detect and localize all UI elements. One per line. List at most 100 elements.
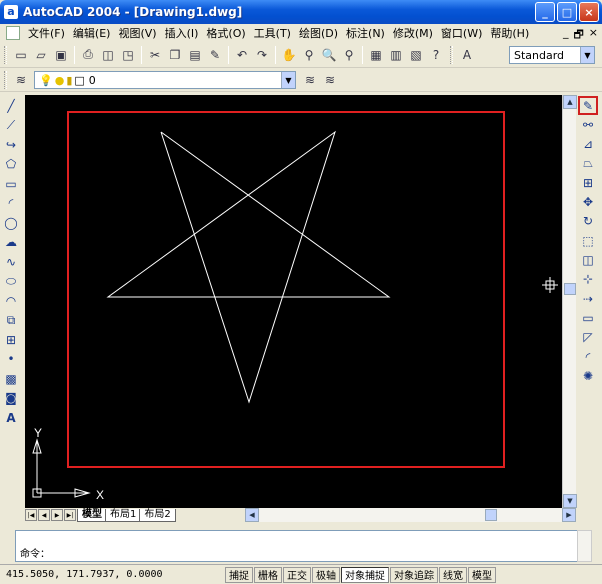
osnap-toggle[interactable]: 对象捕捉 — [341, 566, 389, 583]
scroll-up-icon[interactable]: ▲ — [563, 95, 577, 109]
make-layer-current-icon[interactable]: ≋ — [301, 71, 319, 89]
drawing-area[interactable]: Y X — [25, 95, 562, 508]
point-icon[interactable]: • — [0, 350, 22, 370]
array-icon[interactable]: ⊞ — [578, 173, 598, 192]
snap-toggle[interactable]: 捕捉 — [225, 566, 253, 583]
chevron-down-icon[interactable]: ▼ — [580, 47, 594, 63]
toolbar-grip[interactable] — [4, 45, 7, 64]
fillet-icon[interactable]: ◜ — [578, 347, 598, 366]
horizontal-scrollbar[interactable]: ◀ ▶ — [245, 508, 576, 522]
revision-cloud-icon[interactable]: ☁ — [0, 233, 22, 253]
chamfer-icon[interactable]: ◸ — [578, 328, 598, 347]
zoom-previous-icon[interactable]: ⚲ — [340, 46, 358, 64]
menu-file[interactable]: 文件(F) — [24, 25, 69, 41]
vertical-scrollbar[interactable]: ▲ ▼ — [562, 95, 577, 508]
tab-layout2[interactable]: 布局2 — [139, 508, 176, 522]
menu-help[interactable]: 帮助(H) — [486, 25, 533, 41]
menu-modify[interactable]: 修改(M) — [389, 25, 437, 41]
polyline-icon[interactable]: ↪ — [0, 135, 22, 155]
menu-view[interactable]: 视图(V) — [114, 25, 160, 41]
match-properties-icon[interactable]: ✎ — [206, 46, 224, 64]
make-block-icon[interactable]: ⊞ — [0, 330, 22, 350]
mirror-icon[interactable]: ⊿ — [578, 135, 598, 154]
extend-icon[interactable]: ⇢ — [578, 289, 598, 308]
scroll-right-icon[interactable]: ▶ — [562, 508, 576, 522]
cut-icon[interactable]: ✂ — [146, 46, 164, 64]
minimize-button[interactable]: _ — [535, 2, 555, 22]
menu-format[interactable]: 格式(O) — [202, 25, 249, 41]
explode-icon[interactable]: ✺ — [578, 366, 598, 385]
next-tab-icon[interactable]: ▶ — [51, 509, 63, 521]
polar-toggle[interactable]: 极轴 — [312, 566, 340, 583]
spline-icon[interactable]: ∿ — [0, 252, 22, 272]
trim-icon[interactable]: ⊹ — [578, 270, 598, 289]
offset-icon[interactable]: ⏢ — [578, 154, 598, 173]
copy-icon[interactable]: ❐ — [166, 46, 184, 64]
menu-dimension[interactable]: 标注(N) — [342, 25, 389, 41]
design-center-icon[interactable]: ▥ — [387, 46, 405, 64]
move-icon[interactable]: ✥ — [578, 192, 598, 211]
menu-window[interactable]: 窗口(W) — [437, 25, 486, 41]
properties-icon[interactable]: ▦ — [367, 46, 385, 64]
layer-dropdown[interactable]: 💡 ● ▮ □ 0 ▼ — [34, 71, 296, 89]
undo-icon[interactable]: ↶ — [233, 46, 251, 64]
save-icon[interactable]: ▣ — [52, 46, 70, 64]
text-style-icon[interactable]: A — [458, 46, 476, 64]
layer-manager-icon[interactable]: ≋ — [12, 71, 30, 89]
break-icon[interactable]: ▭ — [578, 308, 598, 327]
menu-tools[interactable]: 工具(T) — [250, 25, 295, 41]
region-icon[interactable]: ◙ — [0, 389, 22, 409]
ellipse-icon[interactable]: ⬭ — [0, 272, 22, 292]
scroll-down-icon[interactable]: ▼ — [563, 494, 577, 508]
grid-toggle[interactable]: 栅格 — [254, 566, 282, 583]
erase-icon[interactable]: ✎ — [578, 96, 598, 116]
print-icon[interactable]: ⎙ — [79, 46, 97, 64]
prev-tab-icon[interactable]: ◀ — [38, 509, 50, 521]
text-style-dropdown[interactable]: Standard ▼ — [509, 46, 595, 64]
new-file-icon[interactable]: ▭ — [12, 46, 30, 64]
polygon-icon[interactable]: ⬠ — [0, 155, 22, 175]
ortho-toggle[interactable]: 正交 — [283, 566, 311, 583]
open-file-icon[interactable]: ▱ — [32, 46, 50, 64]
document-icon[interactable] — [6, 26, 20, 40]
autocad-app-icon[interactable]: a — [4, 5, 18, 19]
coordinate-readout[interactable]: 415.5050, 171.7937, 0.0000 — [0, 569, 225, 580]
zoom-realtime-icon[interactable]: ⚲ — [300, 46, 318, 64]
help-icon[interactable]: ? — [427, 46, 445, 64]
multiline-text-icon[interactable]: A — [0, 408, 22, 428]
chevron-down-icon[interactable]: ▼ — [281, 72, 295, 88]
stretch-icon[interactable]: ◫ — [578, 250, 598, 269]
zoom-window-icon[interactable]: 🔍 — [320, 46, 338, 64]
rectangle-icon[interactable]: ▭ — [0, 174, 22, 194]
layer-previous-icon[interactable]: ≋ — [321, 71, 339, 89]
publish-icon[interactable]: ◳ — [119, 46, 137, 64]
copy-object-icon[interactable]: ⚯ — [578, 115, 598, 134]
insert-block-icon[interactable]: ⧉ — [0, 311, 22, 331]
redo-icon[interactable]: ↷ — [253, 46, 271, 64]
otrack-toggle[interactable]: 对象追踪 — [390, 566, 438, 583]
circle-icon[interactable]: ◯ — [0, 213, 22, 233]
tool-palettes-icon[interactable]: ▧ — [407, 46, 425, 64]
scale-icon[interactable]: ⬚ — [578, 231, 598, 250]
scroll-left-icon[interactable]: ◀ — [245, 508, 259, 522]
vertical-scroll-thumb[interactable] — [564, 283, 576, 295]
model-space-toggle[interactable]: 模型 — [468, 566, 496, 583]
hatch-icon[interactable]: ▩ — [0, 369, 22, 389]
menu-edit[interactable]: 编辑(E) — [69, 25, 115, 41]
rotate-icon[interactable]: ↻ — [578, 212, 598, 231]
maximize-button[interactable]: □ — [557, 2, 577, 22]
ellipse-arc-icon[interactable]: ◠ — [0, 291, 22, 311]
command-scrollbar[interactable] — [577, 530, 592, 562]
tab-layout1[interactable]: 布局1 — [105, 508, 142, 522]
horizontal-scroll-thumb[interactable] — [485, 509, 497, 521]
first-tab-icon[interactable]: |◀ — [25, 509, 37, 521]
menu-draw[interactable]: 绘图(D) — [295, 25, 342, 41]
arc-icon[interactable]: ◜ — [0, 194, 22, 214]
print-preview-icon[interactable]: ◫ — [99, 46, 117, 64]
menu-insert[interactable]: 插入(I) — [161, 25, 203, 41]
line-icon[interactable]: ╱ — [0, 96, 22, 116]
close-button[interactable]: × — [579, 2, 599, 22]
command-window[interactable]: 命令： — [15, 530, 578, 562]
paste-icon[interactable]: ▤ — [186, 46, 204, 64]
pan-icon[interactable]: ✋ — [280, 46, 298, 64]
